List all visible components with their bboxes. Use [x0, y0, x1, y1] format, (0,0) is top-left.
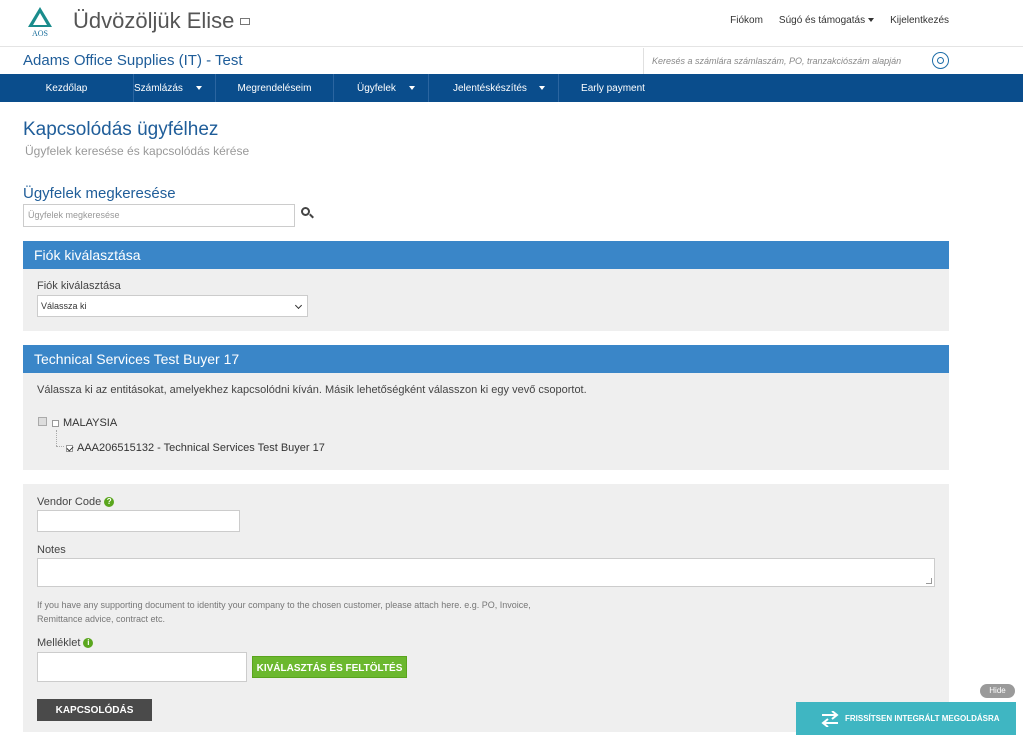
vendor-code-label: Vendor Code?	[37, 496, 115, 508]
buyer-panel-header: Technical Services Test Buyer 17	[23, 345, 949, 373]
connection-form-panel: Vendor Code? Notes If you have any suppo…	[23, 484, 949, 732]
dropdown-arrow-icon	[409, 86, 415, 90]
buyer-panel: Technical Services Test Buyer 17 Válassz…	[23, 345, 949, 470]
welcome-text: Üdvözöljük Elise	[73, 8, 235, 33]
nav-orders-label: Megrendeléseim	[237, 82, 312, 94]
my-account-link[interactable]: Fiókom	[730, 15, 763, 26]
page-title: Kapcsolódás ügyfélhez	[23, 119, 219, 140]
account-select-label: Fiók kiválasztása	[37, 280, 121, 292]
vendor-code-input[interactable]	[37, 510, 240, 532]
nav-customers[interactable]: Ügyfelek	[334, 74, 429, 102]
search-icon[interactable]	[301, 207, 310, 216]
connect-button[interactable]: KAPCSOLÓDÁS	[37, 699, 152, 721]
hide-widget-button[interactable]: Hide	[980, 684, 1015, 698]
logout-link[interactable]: Kijelentkezés	[890, 15, 949, 26]
info-icon[interactable]: i	[83, 638, 94, 649]
aos-logo: AOS	[28, 7, 52, 37]
customer-search-title: Ügyfelek megkeresése	[23, 185, 176, 202]
tree-root-label: MALAYSIA	[63, 417, 118, 429]
tree-child-label: AAA206515132 - Technical Services Test B…	[77, 442, 325, 454]
main-nav: Kezdőlap Számlázás Megrendeléseim Ügyfel…	[0, 74, 1023, 102]
nav-orders[interactable]: Megrendeléseim	[216, 74, 334, 102]
account-select-value: Válassza ki	[41, 301, 87, 311]
caret-down-icon	[868, 18, 875, 23]
envelope-icon[interactable]	[240, 18, 251, 25]
nav-early-payment-label: Early payment	[581, 82, 645, 94]
nav-reporting[interactable]: Jelentéskészítés	[429, 74, 559, 102]
nav-invoicing-label: Számlázás	[134, 82, 183, 94]
nav-invoicing[interactable]: Számlázás	[134, 74, 216, 102]
customer-search-input[interactable]: Ügyfelek megkeresése	[23, 204, 295, 227]
tree-expand-icon[interactable]	[38, 417, 47, 426]
account-select[interactable]: Válassza ki	[37, 295, 308, 317]
nav-reporting-label: Jelentéskészítés	[453, 82, 527, 94]
welcome-heading: Üdvözöljük Elise	[73, 8, 251, 34]
attachment-file-input[interactable]	[37, 652, 247, 682]
account-panel: Fiók kiválasztása Fiók kiválasztása Vála…	[23, 241, 949, 331]
account-panel-header: Fiók kiválasztása	[23, 241, 949, 269]
top-bar: AOS Üdvözöljük Elise Fiókom Súgó és támo…	[0, 0, 1023, 46]
page-subtitle: Ügyfelek keresése és kapcsolódás kérése	[25, 144, 250, 158]
malaysia-checkbox[interactable]	[52, 420, 59, 427]
help-support-link[interactable]: Súgó és támogatás	[778, 15, 875, 26]
notes-label: Notes	[37, 544, 66, 556]
attachment-hint: If you have any supporting document to i…	[37, 600, 531, 624]
upgrade-integrated-solution-button[interactable]: FRISSÍTSEN INTEGRÁLT MEGOLDÁSRA	[796, 702, 1016, 735]
resize-handle-icon[interactable]	[926, 578, 932, 584]
upgrade-label: FRISSÍTSEN INTEGRÁLT MEGOLDÁSRA	[845, 714, 1000, 723]
nav-home[interactable]: Kezdőlap	[0, 74, 134, 102]
help-support-label: Súgó és támogatás	[778, 15, 866, 26]
attachment-text: Melléklet	[37, 637, 81, 649]
company-name: Adams Office Supplies (IT) - Test	[23, 52, 243, 69]
search-icon[interactable]	[932, 52, 949, 69]
logo-text: AOS	[32, 29, 48, 37]
swap-arrows-icon	[821, 711, 839, 727]
nav-home-label: Kezdőlap	[45, 82, 88, 94]
page-root: AOS Üdvözöljük Elise Fiókom Súgó és támo…	[0, 0, 1023, 738]
buyer-instruction: Válassza ki az entitásokat, amelyekhez k…	[37, 384, 587, 396]
nav-early-payment[interactable]: Early payment	[559, 74, 667, 102]
entity-checkbox[interactable]	[66, 445, 73, 452]
company-bar: Adams Office Supplies (IT) - Test Keresé…	[0, 46, 1023, 74]
notes-textarea[interactable]	[37, 558, 935, 587]
upload-button[interactable]: KIVÁLASZTÁS ÉS FELTÖLTÉS	[252, 656, 407, 678]
nav-customers-label: Ügyfelek	[357, 82, 396, 94]
top-links: Fiókom Súgó és támogatás Kijelentkezés	[730, 15, 949, 26]
tree-connector	[56, 446, 64, 447]
vendor-code-text: Vendor Code	[37, 496, 102, 508]
dropdown-arrow-icon	[196, 86, 202, 90]
help-icon[interactable]: ?	[104, 497, 115, 508]
dropdown-arrow-icon	[539, 86, 545, 90]
invoice-search-input[interactable]: Keresés a számlára számlaszám, PO, tranz…	[643, 48, 935, 74]
attachment-label: Melléklet i	[37, 637, 94, 649]
chevron-down-icon	[294, 301, 303, 310]
tree-connector	[56, 430, 57, 446]
